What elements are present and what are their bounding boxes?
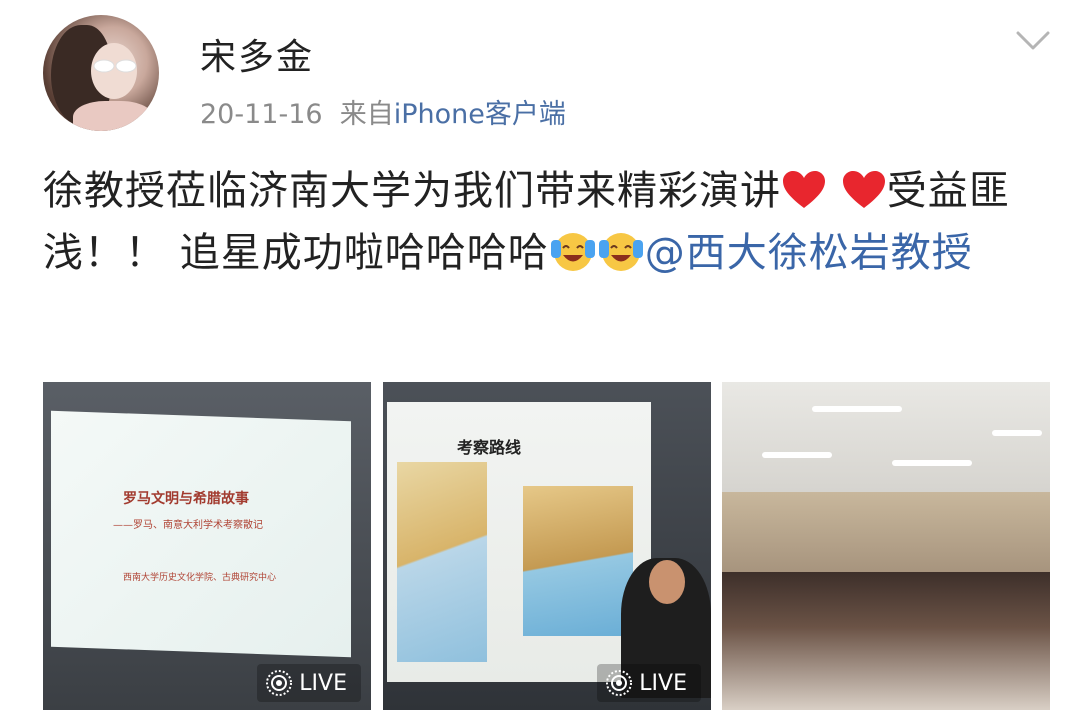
laughing-face-icon (550, 233, 595, 271)
live-photo-icon (606, 670, 633, 696)
avatar-dress (73, 101, 153, 131)
slide-title: 罗马文明与希腊故事 (123, 491, 249, 507)
map-title: 考察路线 (457, 438, 522, 457)
username[interactable]: 宋多金 (200, 28, 314, 80)
live-badge: LIVE (257, 664, 361, 702)
heart-icon (783, 171, 825, 208)
post-meta: 20-11-16 来自iPhone客户端 (200, 92, 566, 131)
chevron-down-icon[interactable] (1016, 30, 1050, 52)
slide-subtitle: ——罗马、南意大利学术考察散记 (113, 520, 263, 531)
live-label: LIVE (299, 670, 347, 696)
classroom-wall (722, 492, 1050, 582)
classroom-ceiling (722, 382, 1050, 492)
post-date: 20-11-16 (200, 99, 323, 130)
ceiling-light (812, 406, 902, 412)
source-prefix: 来自 (339, 99, 394, 130)
map-image (523, 486, 633, 636)
ceiling-light (762, 452, 832, 458)
ceiling-light (892, 460, 972, 466)
ceiling-light (992, 430, 1042, 436)
live-label: LIVE (639, 670, 687, 696)
sunglasses-icon (93, 59, 137, 73)
photo-3[interactable] (722, 382, 1050, 710)
avatar[interactable] (43, 15, 159, 131)
post-text: 徐教授莅临济南大学为我们带来精彩演讲 受益匪浅！！ 追星成功啦哈哈哈哈 @西大徐松… (43, 160, 1038, 284)
speaker-head (649, 560, 685, 604)
slide-org: 西南大学历史文化学院、古典研究中心 (123, 573, 277, 583)
photo-1[interactable]: 罗马文明与希腊故事 ——罗马、南意大利学术考察散记 西南大学历史文化学院、古典研… (43, 382, 371, 710)
live-photo-icon (266, 670, 293, 696)
live-badge: LIVE (597, 664, 701, 702)
post-text-part1: 徐教授莅临济南大学为我们带来精彩演讲 (43, 168, 781, 214)
photo-2[interactable]: 考察路线 LIVE (383, 382, 711, 710)
laughing-face-icon (598, 233, 643, 271)
mention-link[interactable]: @西大徐松岩教授 (645, 230, 973, 276)
map-image (397, 462, 487, 662)
audience (722, 572, 1050, 710)
source-client[interactable]: iPhone客户端 (394, 99, 566, 130)
projection-screen (51, 410, 351, 658)
heart-icon (842, 171, 885, 208)
